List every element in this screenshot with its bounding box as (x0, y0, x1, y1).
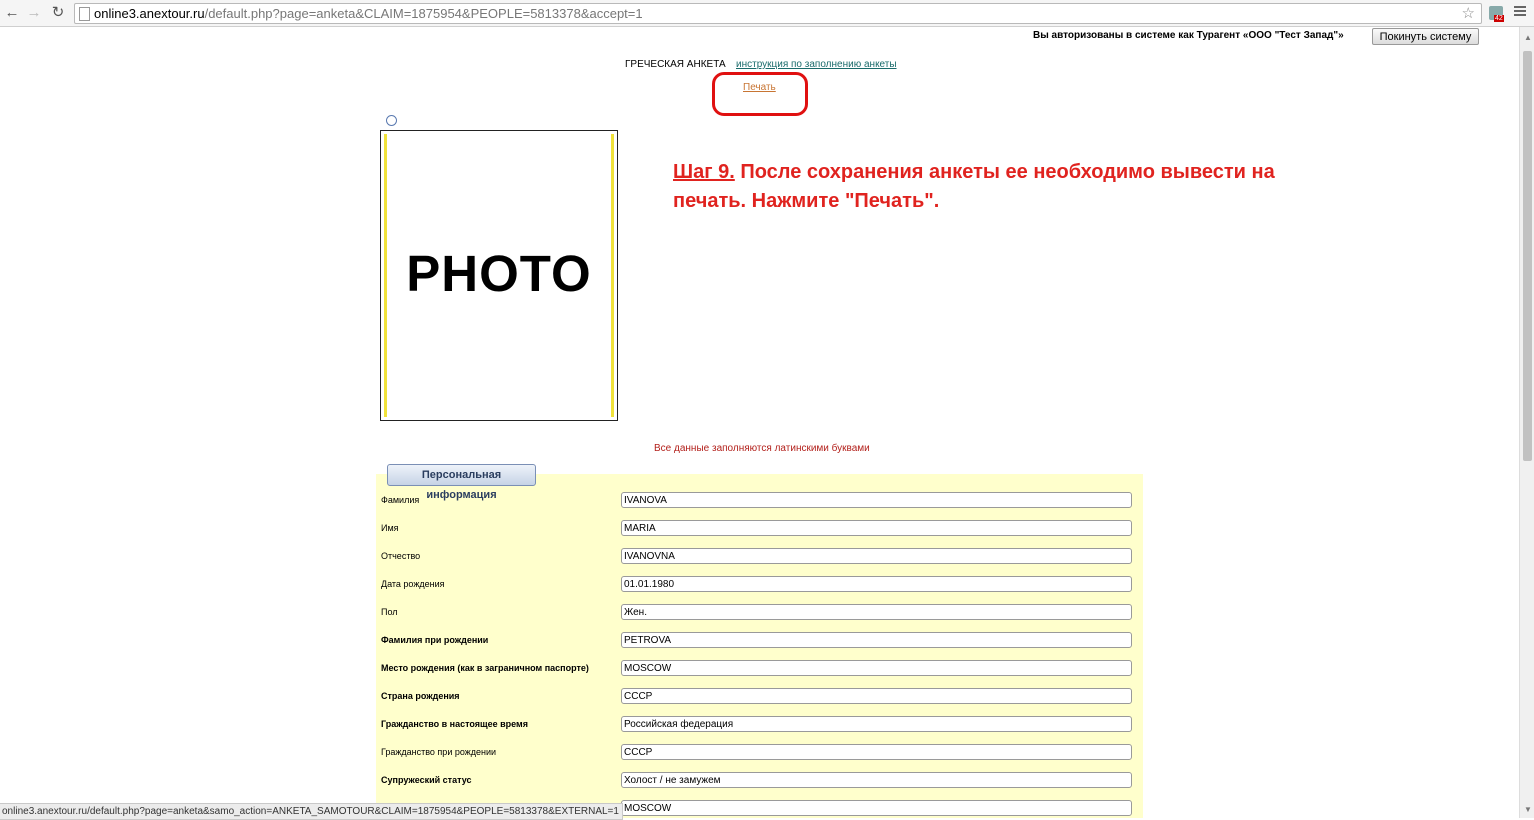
address-url: online3.anextour.ru/default.php?page=ank… (94, 6, 643, 21)
print-highlight-circle (712, 72, 808, 116)
field-label: Фамилия при рождении (381, 635, 489, 645)
field-label: Фамилия (381, 495, 420, 505)
address-bar[interactable]: online3.anextour.ru/default.php?page=ank… (74, 3, 1482, 24)
back-icon[interactable]: ← (3, 4, 21, 22)
scroll-down-icon[interactable]: ▼ (1524, 805, 1532, 814)
form-title: ГРЕЧЕСКАЯ АНКЕТА (625, 59, 726, 70)
step-label: Шаг 9. (673, 161, 735, 183)
forward-icon[interactable]: → (25, 4, 43, 22)
field-label: Страна рождения (381, 691, 460, 701)
scrollbar-thumb[interactable] (1523, 51, 1532, 461)
field-input[interactable]: MARIA (621, 520, 1132, 536)
field-label: Отчество (381, 551, 421, 561)
form-row: Пол Жен. (376, 596, 1143, 624)
field-input[interactable]: Жен. (621, 604, 1132, 620)
photo-radio[interactable] (386, 115, 397, 126)
field-input[interactable]: MOSCOW (621, 660, 1132, 676)
scroll-up-icon[interactable]: ▲ (1524, 33, 1532, 42)
field-input[interactable]: IVANOVA (621, 492, 1132, 508)
form-row: Страна рождения СССР (376, 680, 1143, 708)
form-row: Имя MARIA (376, 512, 1143, 540)
photo-placeholder: PHOTO (380, 130, 618, 421)
bookmark-star-icon[interactable]: ☆ (1462, 4, 1475, 23)
field-input[interactable]: PETROVA (621, 632, 1132, 648)
field-input[interactable]: 01.01.1980 (621, 576, 1132, 592)
extension-icon[interactable]: 42 (1489, 6, 1504, 22)
form-row: Гражданство в настоящее время Российская … (376, 708, 1143, 736)
form-row: Гражданство при рождении СССР (376, 736, 1143, 764)
form-row: Дата рождения 01.01.1980 (376, 568, 1143, 596)
personal-info-legend: Персональная информация (387, 464, 536, 501)
field-label: Имя (381, 523, 399, 533)
latin-letters-note: Все данные заполняются латинскими буквам… (654, 443, 870, 454)
field-label: Место рождения (как в заграничном паспор… (381, 663, 589, 673)
step-text: После сохранения анкеты ее необходимо вы… (673, 161, 1275, 212)
page-icon (79, 7, 90, 21)
instruction-link[interactable]: инструкция по заполнению анкеты (736, 59, 897, 70)
field-input[interactable]: IVANOVNA (621, 548, 1132, 564)
photo-text: PHOTO (406, 245, 592, 302)
field-label: Дата рождения (381, 579, 445, 589)
extension-badge: 42 (1494, 15, 1504, 22)
field-input[interactable]: Российская федерация (621, 716, 1132, 732)
browser-menu-icon[interactable] (1514, 6, 1526, 18)
field-input[interactable]: СССР (621, 744, 1132, 760)
field-input[interactable]: Холост / не замужем (621, 772, 1132, 788)
form-row: Супружеский статус Холост / не замужем (376, 764, 1143, 792)
vertical-scrollbar[interactable]: ▲ ▼ (1519, 27, 1534, 818)
field-label: Гражданство в настоящее время (381, 719, 528, 729)
field-label: Гражданство при рождении (381, 747, 497, 757)
field-label: Пол (381, 607, 398, 617)
logout-button[interactable]: Покинуть систему (1372, 28, 1479, 45)
auth-status-text: Вы авторизованы в системе как Турагент «… (1033, 30, 1344, 41)
field-input[interactable]: СССР (621, 688, 1132, 704)
form-row: Отчество IVANOVNA (376, 540, 1143, 568)
reload-icon[interactable]: ↻ (49, 4, 67, 22)
browser-toolbar: ← → ↻ online3.anextour.ru/default.php?pa… (0, 0, 1534, 27)
status-bar-url: online3.anextour.ru/default.php?page=ank… (0, 803, 623, 820)
form-row: Место рождения (как в заграничном паспор… (376, 652, 1143, 680)
field-label: Супружеский статус (381, 775, 472, 785)
form-row: Фамилия при рождении PETROVA (376, 624, 1143, 652)
personal-info-form: Фамилия IVANOVA Имя MARIA Отчество IVANOVNA Да… (376, 474, 1143, 818)
field-input[interactable]: MOSCOW (621, 800, 1132, 816)
step-instruction: Шаг 9. После сохранения анкеты ее необхо… (673, 158, 1333, 216)
